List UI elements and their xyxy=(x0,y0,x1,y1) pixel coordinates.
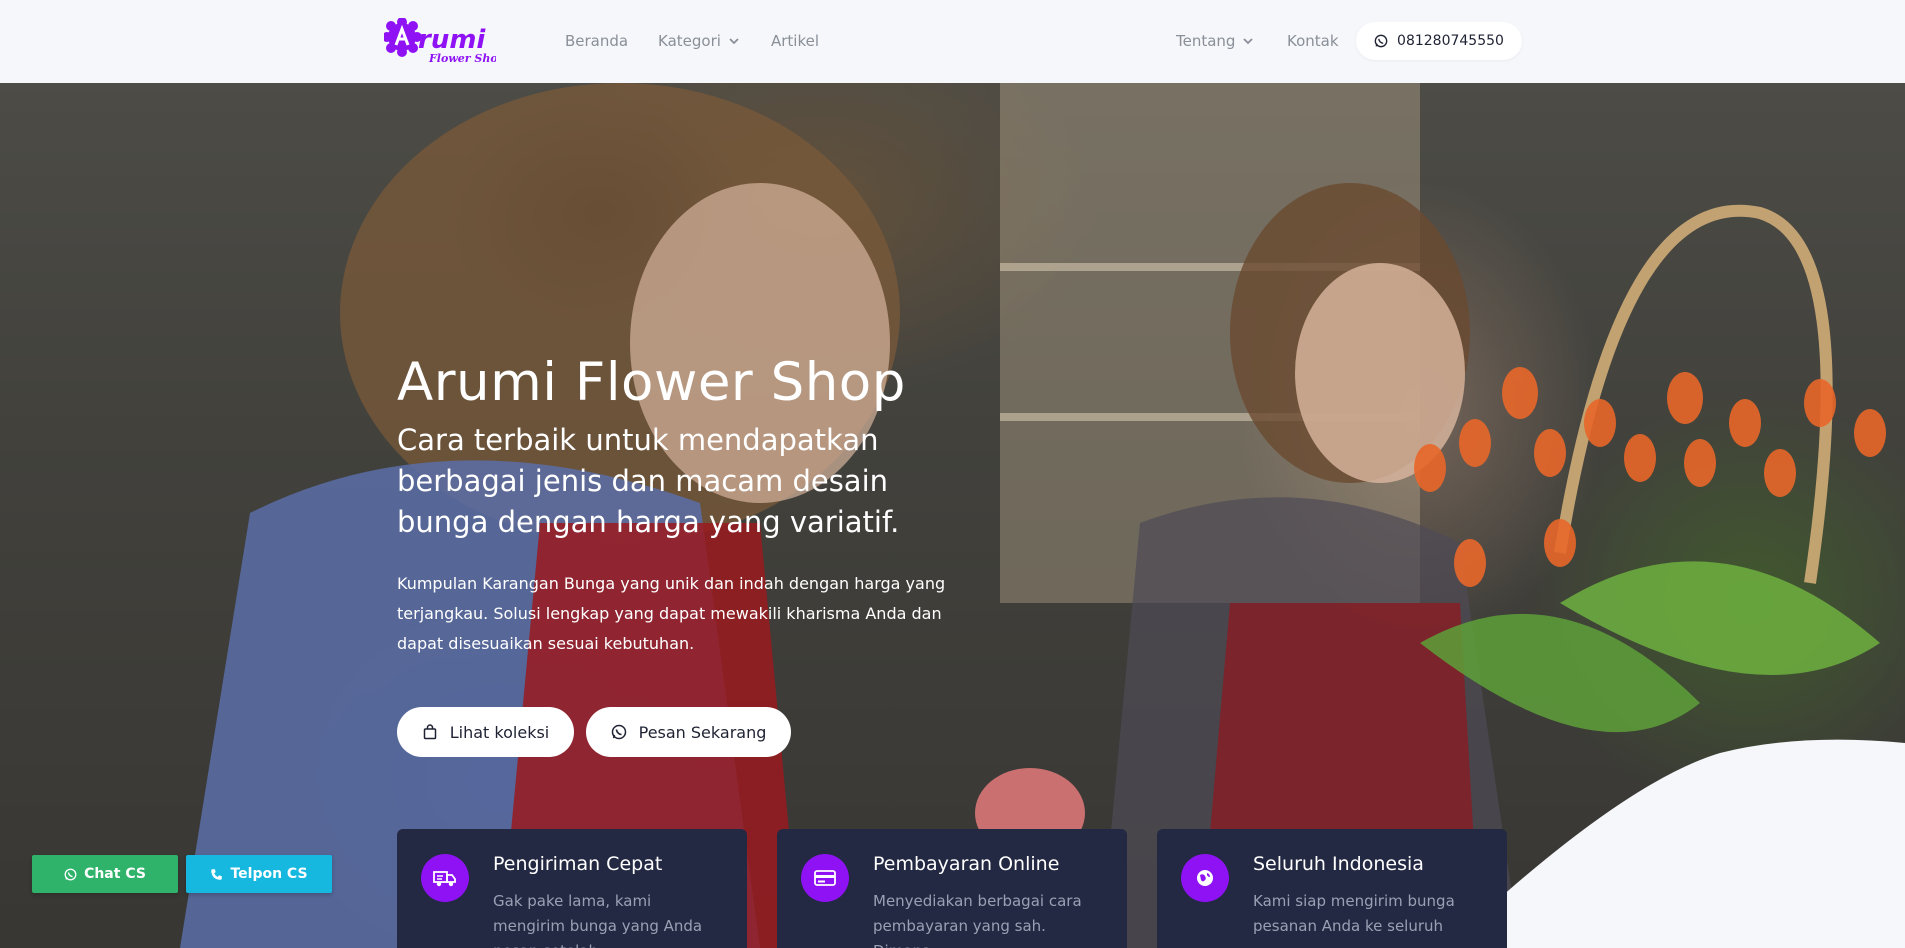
feature-text: Kami siap mengirim bunga pesanan Anda ke… xyxy=(1253,892,1455,935)
feature-title: Seluruh Indonesia xyxy=(1253,853,1424,875)
nav-tentang-dropdown[interactable]: Tentang xyxy=(1176,32,1254,50)
brand-logo[interactable]: rumi Flower Shop xyxy=(382,17,506,68)
nav-tentang-label: Tentang xyxy=(1176,32,1236,50)
chevron-down-icon xyxy=(729,38,739,45)
feature-card-payment: Pembayaran Online Menyediakan berbagai c… xyxy=(777,829,1127,948)
navbar: rumi Flower Shop Beranda Kategori Artike… xyxy=(0,0,1905,83)
tulips-decoration xyxy=(1414,367,1886,587)
whatsapp-icon xyxy=(1374,34,1388,48)
feature-text: Menyediakan berbagai cara pembayaran yan… xyxy=(873,892,1082,948)
call-cs-button[interactable]: Telpon CS xyxy=(186,855,332,893)
phone-number: 081280745550 xyxy=(1397,33,1504,49)
chevron-down-icon xyxy=(1243,38,1254,45)
feature-title: Pembayaran Online xyxy=(873,853,1060,875)
nav-kategori-dropdown[interactable]: Kategori xyxy=(658,32,739,50)
view-collection-label: Lihat koleksi xyxy=(449,722,550,742)
svg-text:rumi: rumi xyxy=(418,25,486,55)
globe-icon xyxy=(1181,854,1229,902)
credit-card-icon xyxy=(801,854,849,902)
call-cs-label: Telpon CS xyxy=(230,866,308,882)
view-collection-button[interactable]: Lihat koleksi xyxy=(397,707,574,757)
whatsapp-icon xyxy=(611,724,626,740)
nav-artikel[interactable]: Artikel xyxy=(771,32,819,50)
whatsapp-icon xyxy=(64,868,77,880)
hero-section: Arumi Flower Shop Cara terbaik untuk men… xyxy=(0,83,1905,948)
order-now-label: Pesan Sekarang xyxy=(638,722,767,742)
nav-beranda[interactable]: Beranda xyxy=(565,32,628,50)
phone-icon xyxy=(211,868,223,880)
feature-text: Gak pake lama, kami mengirim bunga yang … xyxy=(493,892,703,948)
order-now-button[interactable]: Pesan Sekarang xyxy=(586,707,791,757)
chat-cs-label: Chat CS xyxy=(84,866,146,882)
feature-card-coverage: Seluruh Indonesia Kami siap mengirim bun… xyxy=(1157,829,1507,948)
nav-kategori-label: Kategori xyxy=(658,32,721,50)
truck-icon xyxy=(421,854,469,902)
nav-kontak[interactable]: Kontak xyxy=(1287,32,1339,50)
shopping-bag-icon xyxy=(423,724,436,740)
svg-text:Flower Shop: Flower Shop xyxy=(428,52,496,65)
feature-card-delivery: Pengiriman Cepat Gak pake lama, kami men… xyxy=(397,829,747,948)
hero-description: Kumpulan Karangan Bunga yang unik dan in… xyxy=(397,574,946,653)
hero-title: Arumi Flower Shop xyxy=(397,352,906,413)
whatsapp-phone-button[interactable]: 081280745550 xyxy=(1356,22,1522,60)
feature-title: Pengiriman Cepat xyxy=(493,853,663,875)
hero-subtitle: Cara terbaik untuk mendapatkan berbagai … xyxy=(397,423,900,539)
arumi-logo-image: rumi Flower Shop xyxy=(382,17,506,65)
chat-cs-button[interactable]: Chat CS xyxy=(32,855,178,893)
